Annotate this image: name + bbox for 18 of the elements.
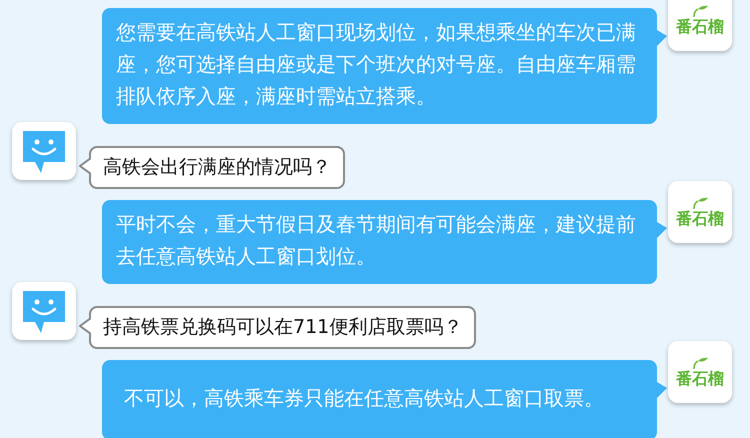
smiley-chat-icon — [20, 288, 68, 334]
sprout-icon — [690, 196, 710, 208]
bubble-tail — [657, 30, 667, 46]
smiley-chat-icon — [20, 128, 68, 174]
bubble-tail — [657, 382, 667, 398]
logo-text: 番石榴 — [676, 210, 724, 228]
logo-text: 番石榴 — [676, 18, 724, 36]
sprout-icon — [690, 356, 710, 368]
bubble-tail — [79, 158, 91, 174]
logo-text: 番石榴 — [676, 370, 724, 388]
sprout-icon — [690, 4, 710, 16]
question-bubble: 高铁会出行满座的情况吗？ — [89, 146, 345, 189]
bubble-tail — [657, 222, 667, 238]
reply-bubble: 不可以，高铁乘车券只能在任意高铁站人工窗口取票。 — [102, 360, 657, 438]
bubble-tail — [79, 318, 91, 334]
question-bubble: 持高铁票兑换码可以在711便利店取票吗？ — [89, 306, 476, 349]
reply-bubble: 平时不会，重大节假日及春节期间有可能会满座，建议提前去任意高铁站人工窗口划位。 — [102, 200, 657, 284]
reply-bubble: 您需要在高铁站人工窗口现场划位，如果想乘坐的车次已满座，您可选择自由座或是下个班次的对号座。自由座车厢需排队依序入座，满座时需站立搭乘。 — [102, 8, 657, 124]
